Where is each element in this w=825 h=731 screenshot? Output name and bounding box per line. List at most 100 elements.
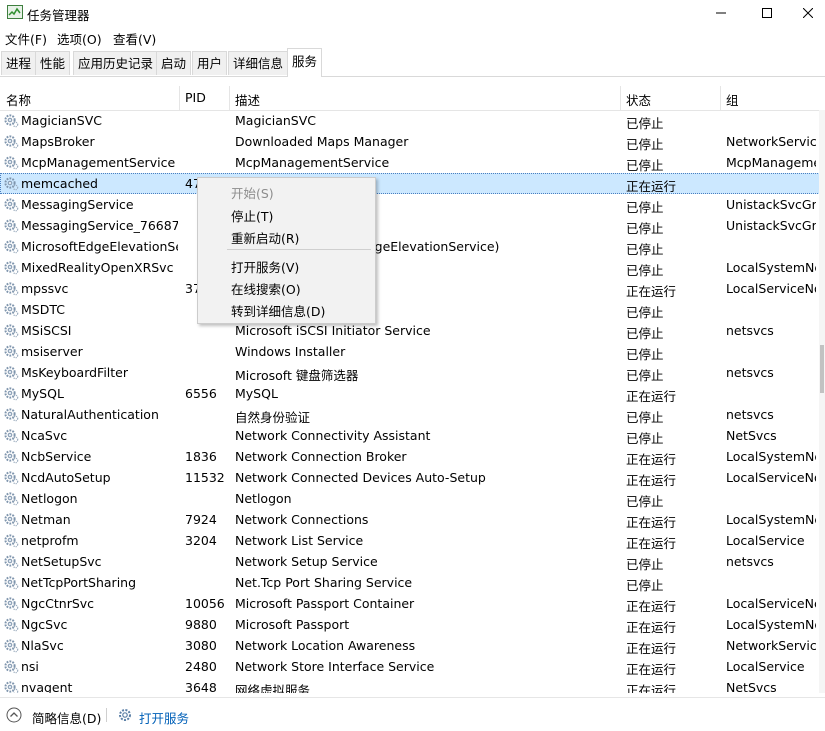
- table-row[interactable]: NaturalAuthentication 自然身份验证 已停止 netsvcs: [0, 404, 820, 425]
- column-divider[interactable]: [179, 86, 180, 110]
- tab-startup[interactable]: 启动: [156, 51, 192, 75]
- menu-item-search-online[interactable]: 在线搜索(O): [231, 279, 301, 298]
- services-list[interactable]: MagicianSVC MagicianSVC 已停止 MapsBroker Downl…: [0, 110, 820, 693]
- status-footer: 简略信息(D) 打开服务: [0, 697, 825, 731]
- table-row[interactable]: NcaSvc Network Connectivity Assistant 已停止 N…: [0, 425, 820, 446]
- minimize-button[interactable]: [698, 0, 744, 26]
- table-row[interactable]: netprofm 3204 Network List Service 正在运行 Loca…: [0, 530, 820, 551]
- column-pid[interactable]: PID: [185, 90, 206, 105]
- table-row[interactable]: MessagingService 已停止 UnistackSvcGroup: [0, 194, 820, 215]
- table-row[interactable]: MicrosoftEdgeElevationServicen Service (…: [0, 236, 820, 257]
- service-description: Microsoft 键盘筛选器: [235, 368, 359, 383]
- table-row[interactable]: McpManagementService McpManagementService…: [0, 152, 820, 173]
- table-row[interactable]: Netlogon Netlogon 已停止: [0, 488, 820, 509]
- menu-item-restart[interactable]: 重新启动(R): [231, 228, 299, 247]
- maximize-icon: [762, 8, 772, 18]
- service-name: McpManagementService: [21, 155, 176, 170]
- table-row[interactable]: mpssvc37wall正在运行LocalServiceNoNetworkFir…: [0, 278, 820, 299]
- service-gear-icon: [4, 660, 19, 674]
- table-row[interactable]: MSDTCCoordinator已停止: [0, 299, 820, 320]
- column-name[interactable]: 名称: [6, 90, 31, 109]
- service-gear-icon: [4, 576, 19, 590]
- service-description: MySQL: [235, 386, 278, 401]
- gear-icon[interactable]: [117, 707, 133, 723]
- column-group[interactable]: 组: [726, 90, 739, 109]
- open-services-link[interactable]: 打开服务: [139, 708, 189, 727]
- service-description: Downloaded Maps Manager: [235, 134, 409, 149]
- minimize-icon: [716, 12, 726, 14]
- service-status: 已停止: [626, 200, 664, 215]
- service-description: Network Connectivity Assistant: [235, 428, 431, 443]
- service-gear-icon: [4, 114, 19, 128]
- tab-app-history[interactable]: 应用历史记录: [73, 51, 159, 75]
- table-row[interactable]: NlaSvc 3080 Network Location Awareness 正在运行…: [0, 635, 820, 656]
- service-description: McpManagementService: [235, 155, 390, 170]
- table-row[interactable]: memcached 47 正在运行: [0, 173, 820, 194]
- service-status: 已停止: [626, 494, 664, 509]
- table-row[interactable]: MessagingService_766877已停止UnistackSvcGro…: [0, 215, 820, 236]
- close-button[interactable]: [790, 0, 825, 26]
- table-row[interactable]: MSiSCSI Microsoft iSCSI Initiator Service…: [0, 320, 820, 341]
- service-description: Net.Tcp Port Sharing Service: [235, 575, 413, 590]
- table-row[interactable]: MySQL 6556 MySQL 正在运行: [0, 383, 820, 404]
- menu-item-go-to-details[interactable]: 转到详细信息(D): [231, 301, 325, 320]
- chevron-up-circle-icon[interactable]: [6, 707, 22, 723]
- service-gear-icon: [4, 492, 19, 506]
- service-name: MessagingService: [21, 197, 134, 212]
- table-row[interactable]: MagicianSVC MagicianSVC 已停止: [0, 110, 820, 131]
- table-row[interactable]: MapsBroker Downloaded Maps Manager 已停止 Netw…: [0, 131, 820, 152]
- service-group: NetSvcs: [726, 680, 777, 693]
- table-row[interactable]: NcdAutoSetup 11532 Network Connected Devic…: [0, 467, 820, 488]
- service-status: 正在运行: [626, 389, 677, 404]
- maximize-button[interactable]: [744, 0, 790, 26]
- column-description[interactable]: 描述: [235, 90, 260, 109]
- table-row[interactable]: Netman 7924 Network Connections 正在运行 LocalSy…: [0, 509, 820, 530]
- table-row[interactable]: msiserver Windows Installer 已停止: [0, 341, 820, 362]
- service-gear-icon: [4, 219, 19, 233]
- service-name: NetSetupSvc: [21, 554, 102, 569]
- service-name: mpssvc: [21, 281, 69, 296]
- menu-item-stop[interactable]: 停止(T): [231, 206, 273, 225]
- table-row[interactable]: NgcCtnrSvc 10056 Microsoft Passport Contai…: [0, 593, 820, 614]
- column-divider[interactable]: [620, 86, 621, 110]
- vertical-scrollbar[interactable]: [819, 110, 825, 693]
- service-name: memcached: [21, 176, 98, 191]
- service-gear-icon: [4, 555, 19, 569]
- service-group: LocalSystemNetworkRestricted: [726, 512, 816, 527]
- tab-services[interactable]: 服务: [287, 48, 323, 77]
- tab-users[interactable]: 用户: [192, 51, 228, 75]
- service-description: Network Connected Devices Auto-Setup: [235, 470, 486, 485]
- table-row[interactable]: MsKeyboardFilter Microsoft 键盘筛选器 已停止 netsvc…: [0, 362, 820, 383]
- fewer-details-link[interactable]: 简略信息(D): [32, 708, 101, 727]
- menu-options[interactable]: 选项(O): [57, 29, 102, 48]
- table-row[interactable]: NgcSvc 9880 Microsoft Passport 正在运行 LocalSys…: [0, 614, 820, 635]
- table-row[interactable]: nvagent 3648 网络虚拟服务 正在运行 NetSvcs: [0, 677, 820, 693]
- service-description: Network Location Awareness: [235, 638, 416, 653]
- table-row[interactable]: NetSetupSvc Network Setup Service 已停止 netsv…: [0, 551, 820, 572]
- menu-file[interactable]: 文件(F): [5, 29, 47, 48]
- service-name: nsi: [21, 659, 39, 674]
- tab-performance[interactable]: 性能: [35, 51, 71, 75]
- column-header-row: 名称 PID 描述 状态 组: [0, 86, 825, 111]
- service-group: netsvcs: [726, 323, 774, 338]
- menu-view[interactable]: 查看(V): [113, 29, 156, 48]
- column-divider[interactable]: [720, 86, 721, 110]
- table-row[interactable]: MixedRealityOpenXRSvcOpenXR Service已停止Lo…: [0, 257, 820, 278]
- service-status: 已停止: [626, 410, 664, 425]
- tab-details[interactable]: 详细信息: [228, 51, 289, 75]
- column-status[interactable]: 状态: [626, 90, 651, 109]
- table-row[interactable]: NetTcpPortSharing Net.Tcp Port Sharing Se…: [0, 572, 820, 593]
- service-gear-icon: [4, 450, 19, 464]
- service-status: 正在运行: [626, 683, 677, 693]
- service-status: 已停止: [626, 116, 664, 131]
- service-status: 已停止: [626, 221, 664, 236]
- tab-processes[interactable]: 进程: [1, 51, 37, 75]
- table-row[interactable]: NcbService 1836 Network Connection Broker 正…: [0, 446, 820, 467]
- service-name: Netlogon: [21, 491, 78, 506]
- service-gear-icon: [4, 639, 19, 653]
- column-divider[interactable]: [229, 86, 230, 110]
- menu-item-open-services[interactable]: 打开服务(V): [231, 257, 299, 276]
- service-status: 正在运行: [626, 284, 677, 299]
- scrollbar-thumb[interactable]: [820, 345, 824, 393]
- table-row[interactable]: nsi 2480 Network Store Interface Service 正在…: [0, 656, 820, 677]
